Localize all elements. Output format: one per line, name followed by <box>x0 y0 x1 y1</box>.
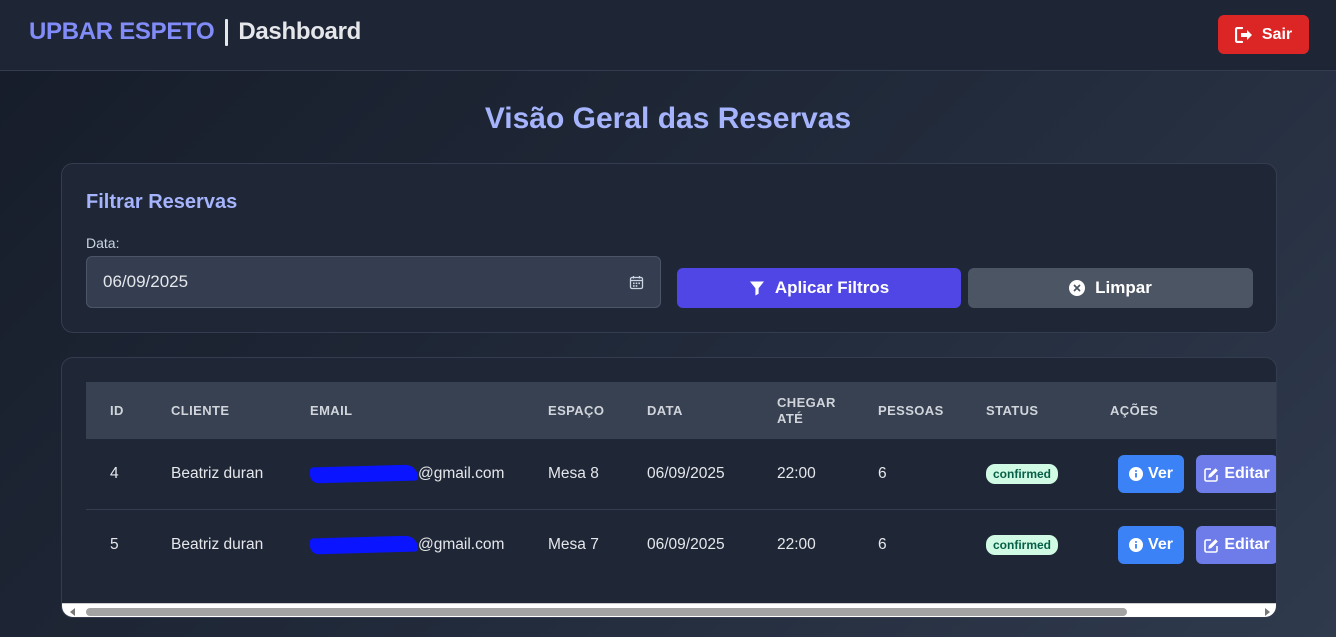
status-badge: confirmed <box>986 535 1059 555</box>
apply-filters-button[interactable]: Aplicar Filtros <box>677 268 961 308</box>
header-space: ESPAÇO <box>548 403 605 418</box>
cell-email-domain: @gmail.com <box>418 465 505 482</box>
section-title: Dashboard <box>238 18 361 45</box>
header-email: EMAIL <box>310 403 353 418</box>
cell-arrive: 22:00 <box>777 465 816 482</box>
header-arrive-line1: CHEGAR <box>777 395 836 410</box>
header-id: ID <box>110 403 124 418</box>
table-header: ID CLIENTE EMAIL ESPAÇO DATA CHEGAR ATÉ … <box>86 382 1276 439</box>
cell-space: Mesa 7 <box>548 536 599 553</box>
scroll-left-arrow-icon[interactable] <box>70 608 75 616</box>
edit-label: Editar <box>1224 465 1270 482</box>
scrollbar-thumb[interactable] <box>86 608 1127 616</box>
date-label: Data: <box>86 235 120 251</box>
header-client: CLIENTE <box>171 403 230 418</box>
edit-icon <box>1204 538 1219 553</box>
info-circle-icon <box>1129 467 1144 481</box>
status-badge: confirmed <box>986 464 1059 484</box>
sign-out-icon <box>1234 26 1252 43</box>
view-button[interactable]: Ver <box>1118 526 1184 564</box>
clear-filters-label: Limpar <box>1095 278 1152 297</box>
view-label: Ver <box>1148 465 1173 482</box>
date-value: 06/09/2025 <box>103 272 189 291</box>
apply-filters-label: Aplicar Filtros <box>774 278 890 297</box>
cell-email: @gmail.com <box>309 535 505 555</box>
edit-label: Editar <box>1224 536 1270 553</box>
cell-client: Beatriz duran <box>171 536 264 553</box>
filter-icon <box>749 281 764 296</box>
header-actions: AÇÕES <box>1110 403 1159 418</box>
page-title: Visão Geral das Reservas <box>484 102 852 135</box>
redacted-block <box>309 535 419 555</box>
header-people: PESSOAS <box>878 403 944 418</box>
edit-button[interactable]: Editar <box>1196 455 1276 493</box>
logout-label: Sair <box>1261 25 1293 43</box>
cell-people: 6 <box>878 536 887 553</box>
table-row: 5 Beatriz duran @gmail.com Mesa 7 06/09/… <box>86 510 1276 581</box>
brand-name: UPBAR ESPETO <box>29 18 215 45</box>
info-circle-icon <box>1129 538 1144 552</box>
edit-icon <box>1204 467 1219 482</box>
date-input[interactable]: 06/09/2025 <box>86 256 661 308</box>
cell-people: 6 <box>878 465 887 482</box>
top-bar: UPBAR ESPETO Dashboard Sair <box>0 0 1336 71</box>
filter-card: Filtrar Reservas Data: 06/09/2025 Aplica… <box>61 163 1277 333</box>
cell-id: 4 <box>110 465 119 482</box>
brand-separator <box>225 18 229 46</box>
calendar-icon[interactable] <box>629 275 644 290</box>
filter-title: Filtrar Reservas <box>86 191 238 213</box>
close-circle-icon <box>1069 280 1086 296</box>
reservations-table-card: ID CLIENTE EMAIL ESPAÇO DATA CHEGAR ATÉ … <box>61 357 1277 618</box>
clear-filters-button[interactable]: Limpar <box>968 268 1253 308</box>
scroll-right-arrow-icon[interactable] <box>1265 608 1270 616</box>
header-date: DATA <box>647 403 683 418</box>
view-button[interactable]: Ver <box>1118 455 1184 493</box>
cell-space: Mesa 8 <box>548 465 599 482</box>
header-arrive: CHEGAR ATÉ <box>777 395 836 427</box>
header-arrive-line2: ATÉ <box>777 411 804 426</box>
table-row: 4 Beatriz duran @gmail.com Mesa 8 06/09/… <box>86 439 1276 510</box>
cell-email: @gmail.com <box>309 464 505 484</box>
cell-email-domain: @gmail.com <box>418 536 505 553</box>
cell-date: 06/09/2025 <box>647 465 725 482</box>
view-label: Ver <box>1148 536 1173 553</box>
logout-button[interactable]: Sair <box>1218 15 1309 54</box>
brand: UPBAR ESPETO Dashboard <box>29 18 361 46</box>
cell-date: 06/09/2025 <box>647 536 725 553</box>
header-status: STATUS <box>986 403 1039 418</box>
edit-button[interactable]: Editar <box>1196 526 1276 564</box>
cell-client: Beatriz duran <box>171 465 264 482</box>
cell-id: 5 <box>110 536 119 553</box>
horizontal-scrollbar[interactable] <box>62 603 1276 617</box>
redacted-block <box>309 464 419 484</box>
cell-arrive: 22:00 <box>777 536 816 553</box>
